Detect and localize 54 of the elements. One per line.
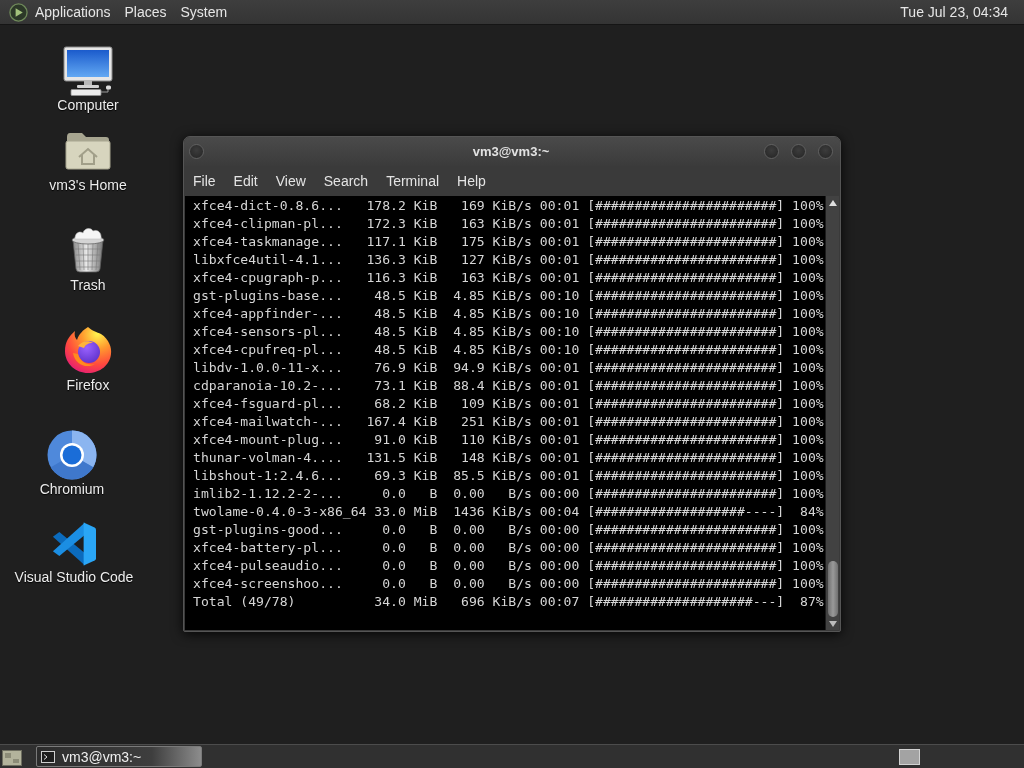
terminal-line: xfce4-dict-0.8.6... 178.2 KiB 169 KiB/s 00:01 [#######################] 100% [193, 197, 824, 215]
menu-item[interactable]: Help [448, 169, 495, 193]
desktop-icon-label[interactable]: Firefox [66, 377, 110, 393]
terminal-line: libdv-1.0.0-11-x... 76.9 KiB 94.9 KiB/s 00:01 [#######################] 100% [193, 359, 824, 377]
terminal-line: xfce4-screenshoo... 0.0 B 0.00 B/s 00:00 [#######################] 100% [193, 575, 824, 593]
terminal-line: twolame-0.4.0-3-x86_64 33.0 MiB 1436 KiB/s 00:04 [###################----] 84% [193, 503, 824, 521]
terminal-line: xfce4-cpufreq-pl... 48.5 KiB 4.85 KiB/s 00:10 [#######################] 100% [193, 341, 824, 359]
desktop-icon-label[interactable]: Computer [57, 97, 119, 113]
terminal-line: libshout-1:2.4.6... 69.3 KiB 85.5 KiB/s 00:01 [#######################] 100% [193, 467, 824, 485]
menu-item[interactable]: Search [314, 169, 378, 193]
menu-item[interactable]: Terminal [377, 169, 449, 193]
menu-item[interactable]: File [184, 169, 225, 193]
menu-item[interactable]: View [266, 169, 315, 193]
scrollbar-thumb[interactable] [827, 561, 838, 617]
terminal-line: imlib2-1.12.2-2-... 0.0 B 0.00 B/s 00:00 [#######################] 100% [193, 485, 824, 503]
computer-monitor-icon[interactable] [63, 46, 113, 96]
scroll-up-icon[interactable] [828, 200, 837, 206]
firefox-icon[interactable] [64, 326, 112, 374]
terminal-line: libxfce4util-4.1... 136.3 KiB 127 KiB/s 00:01 [#######################] 100% [193, 251, 824, 269]
terminal-line: xfce4-battery-pl... 0.0 B 0.00 B/s 00:00 [#######################] 100% [193, 539, 824, 557]
terminal-line: xfce4-clipman-pl... 172.3 KiB 163 KiB/s 00:01 [#######################] 100% [193, 215, 824, 233]
terminal-line: xfce4-mount-plug... 91.0 KiB 110 KiB/s 00:01 [#######################] 100% [193, 431, 824, 449]
window-title: vm3@vm3:~ [472, 144, 550, 159]
vscode-icon[interactable] [52, 521, 96, 567]
terminal-line: xfce4-pulseaudio... 0.0 B 0.00 B/s 00:00 [#######################] 100% [193, 557, 824, 575]
terminal-line: xfce4-taskmanage... 117.1 KiB 175 KiB/s 00:01 [#######################] 100% [193, 233, 824, 251]
show-desktop-icon[interactable] [2, 747, 22, 766]
scrollbar[interactable] [825, 196, 839, 630]
menu-item[interactable]: Edit [224, 169, 267, 193]
desktop-icon-label[interactable]: Chromium [39, 481, 105, 497]
terminal-line: Total (49/78) 34.0 MiB 696 KiB/s 00:07 [####################---] 87% [193, 593, 824, 611]
desktop-icon-label[interactable]: Trash [70, 277, 106, 293]
terminal-line: gst-plugins-good... 0.0 B 0.00 B/s 00:00 [#######################] 100% [193, 521, 824, 539]
panel-menu[interactable]: Places [117, 1, 174, 23]
scroll-down-icon[interactable] [828, 621, 837, 627]
panel-menu[interactable]: Applications [28, 1, 118, 23]
terminal-line: xfce4-cpugraph-p... 116.3 KiB 163 KiB/s 00:01 [#######################] 100% [193, 269, 824, 287]
panel-menu[interactable]: System [173, 1, 235, 23]
terminal-line: cdparanoia-10.2-... 73.1 KiB 88.4 KiB/s 00:01 [#######################] 100% [193, 377, 824, 395]
terminal-line: xfce4-fsguard-pl... 68.2 KiB 109 KiB/s 00:01 [#######################] 100% [193, 395, 824, 413]
chromium-icon[interactable] [47, 430, 97, 480]
desktop-icon-label[interactable]: Visual Studio Code [14, 569, 134, 585]
terminal-icon [41, 750, 55, 763]
terminal-line: xfce4-mailwatch-... 167.4 KiB 251 KiB/s 00:01 [#######################] 100% [193, 413, 824, 431]
clock: Tue Jul 23, 04:34 [900, 4, 1008, 20]
home-folder-icon[interactable] [65, 130, 111, 170]
terminal-line: xfce4-appfinder-... 48.5 KiB 4.85 KiB/s 00:10 [#######################] 100% [193, 305, 824, 323]
terminal-line: gst-plugins-base... 48.5 KiB 4.85 KiB/s 00:10 [#######################] 100% [193, 287, 824, 305]
distro-logo-icon[interactable] [9, 2, 28, 22]
terminal-line: thunar-volman-4.... 131.5 KiB 148 KiB/s 00:01 [#######################] 100% [193, 449, 824, 467]
workspace-switcher[interactable] [899, 748, 920, 765]
terminal-line: xfce4-sensors-pl... 48.5 KiB 4.85 KiB/s 00:10 [#######################] 100% [193, 323, 824, 341]
desktop-icon-label[interactable]: vm3's Home [49, 177, 127, 193]
taskbar-button[interactable]: vm3@vm3:~ [36, 746, 202, 767]
